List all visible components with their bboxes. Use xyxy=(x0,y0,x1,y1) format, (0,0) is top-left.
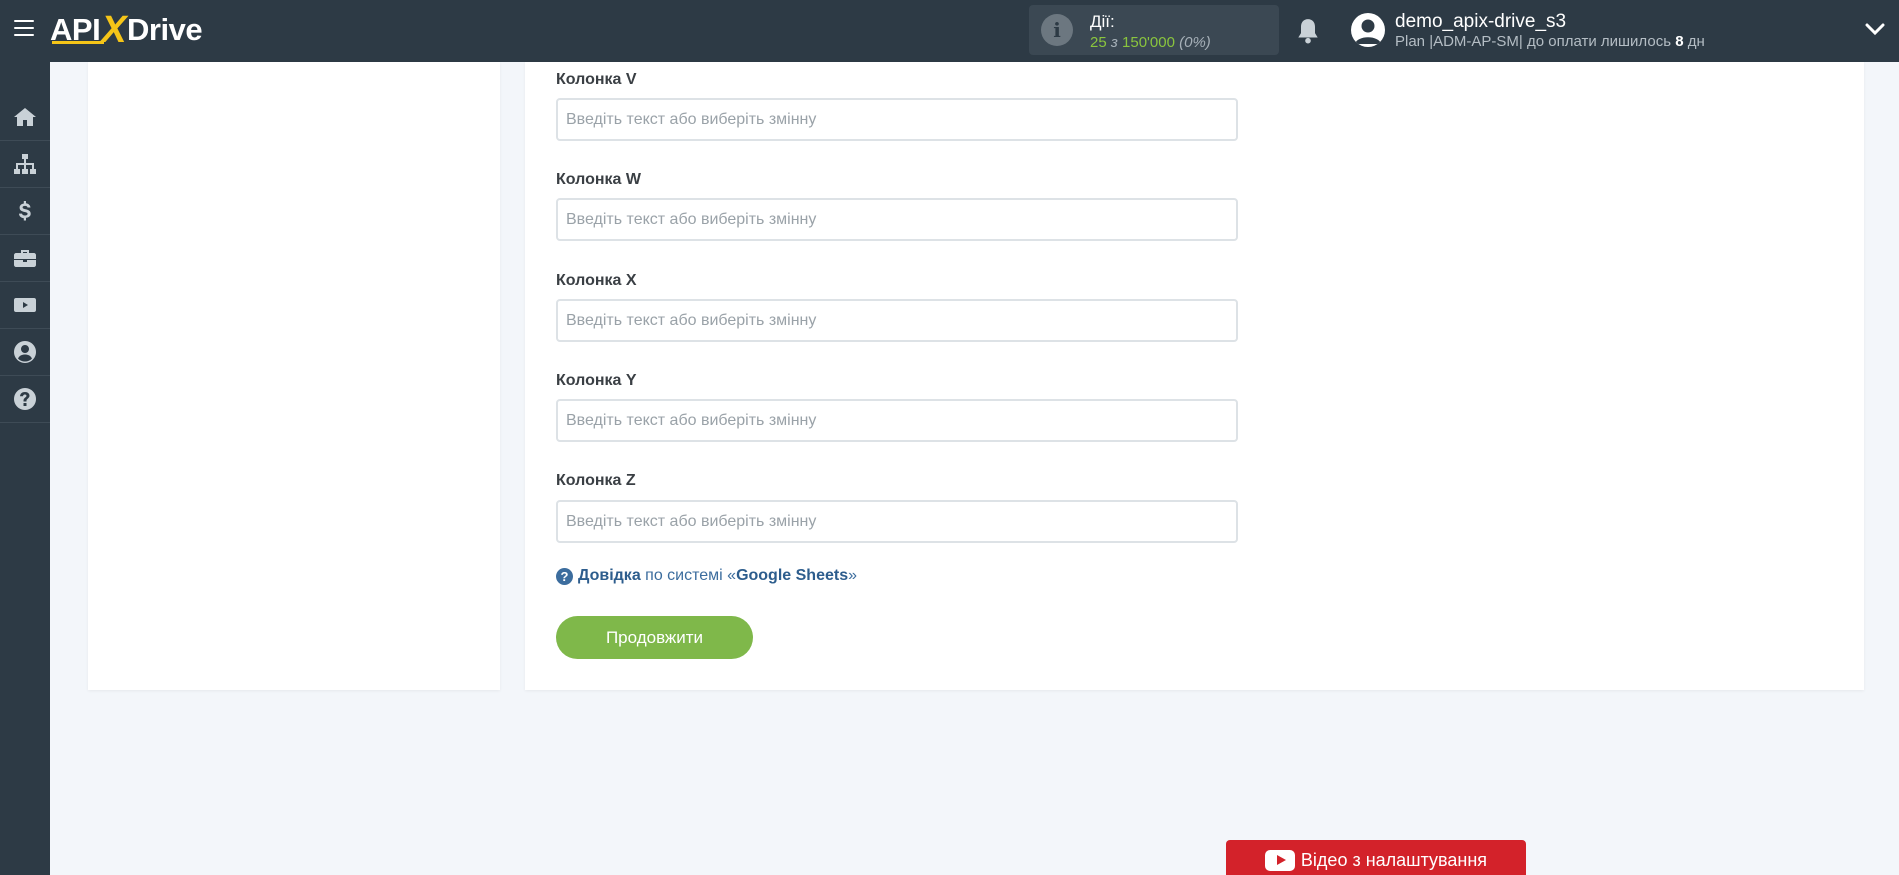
bell-icon[interactable] xyxy=(1295,17,1321,45)
column-y-input[interactable] xyxy=(556,399,1238,442)
info-icon: i xyxy=(1041,14,1073,46)
actions-limit: 150'000 xyxy=(1122,34,1175,51)
help-text-end: » xyxy=(848,567,857,584)
home-icon xyxy=(14,108,36,126)
field-label-column-w: Колонка W xyxy=(556,171,641,188)
sidebar-item-video[interactable] xyxy=(0,282,50,329)
continue-button[interactable]: Продовжити xyxy=(556,616,753,659)
video-setup-button[interactable]: Відео з налаштування xyxy=(1226,840,1526,875)
help-text-mid: по системі « xyxy=(645,567,737,584)
actions-separator: з xyxy=(1110,34,1118,51)
help-text: по системі « xyxy=(641,567,736,585)
left-panel xyxy=(88,62,500,690)
question-circle-icon: ? xyxy=(556,567,573,585)
youtube-icon xyxy=(14,298,36,312)
column-x-input[interactable] xyxy=(556,299,1238,342)
main-form-panel: Колонка V Колонка W Колонка X Колонка Y … xyxy=(525,62,1864,690)
sidebar-item-home[interactable] xyxy=(0,94,50,141)
chevron-down-icon[interactable] xyxy=(1865,22,1885,36)
question-circle-icon xyxy=(14,388,37,410)
sidebar xyxy=(0,62,50,875)
user-avatar-icon xyxy=(1355,19,1381,44)
avatar[interactable] xyxy=(1351,13,1385,47)
sidebar-item-tools[interactable] xyxy=(0,235,50,282)
actions-label: Дії: xyxy=(1090,12,1115,31)
user-name[interactable]: demo_apix-drive_s3 xyxy=(1395,11,1566,33)
field-label-column-v: Колонка V xyxy=(556,71,637,88)
logo-underline xyxy=(52,41,104,44)
field-label-column-z: Колонка Z xyxy=(556,472,636,489)
help-link-line: ? Довідка по системі «Google Sheets» xyxy=(556,567,857,585)
youtube-icon xyxy=(1264,849,1295,871)
plan-days-unit: дн xyxy=(1687,33,1705,50)
plan-days: 8 xyxy=(1675,33,1684,50)
sidebar-item-help[interactable] xyxy=(0,376,50,423)
actions-count: 25 xyxy=(1090,34,1107,51)
sidebar-item-account[interactable] xyxy=(0,329,50,376)
field-label-column-y: Колонка Y xyxy=(556,372,637,389)
help-link[interactable]: Довідка xyxy=(578,567,641,585)
actions-counter[interactable]: i Дії: 25 з 150'000 (0%) xyxy=(1029,5,1279,55)
sitemap-icon xyxy=(14,154,36,174)
sidebar-item-billing[interactable] xyxy=(0,188,50,235)
actions-value: 25 з 150'000 (0%) xyxy=(1090,34,1211,51)
logo-text-drive: Drive xyxy=(127,12,203,47)
column-w-input[interactable] xyxy=(556,198,1238,241)
top-bar: API X Drive i Дії: 25 з 150'000 (0%) demo_… xyxy=(0,0,1899,62)
apix-drive-logo[interactable]: API X Drive xyxy=(50,8,203,51)
sidebar-item-connections[interactable] xyxy=(0,141,50,188)
hamburger-menu-icon[interactable] xyxy=(14,20,34,36)
video-setup-label: Відео з налаштування xyxy=(1300,849,1488,870)
actions-percent: (0%) xyxy=(1179,34,1211,51)
column-z-input[interactable] xyxy=(556,500,1238,543)
briefcase-icon xyxy=(14,250,36,267)
field-label-column-x: Колонка X xyxy=(556,272,637,289)
column-v-input[interactable] xyxy=(556,98,1238,141)
plan-text: Plan |ADM-AP-SM| до оплати лишилось xyxy=(1395,33,1672,50)
dollar-icon xyxy=(19,201,31,221)
help-system-link[interactable]: Google Sheets xyxy=(736,567,848,585)
user-circle-icon xyxy=(14,341,37,363)
logo-text-x: X xyxy=(101,8,127,51)
user-plan: Plan |ADM-AP-SM| до оплати лишилось 8 дн xyxy=(1395,33,1705,50)
